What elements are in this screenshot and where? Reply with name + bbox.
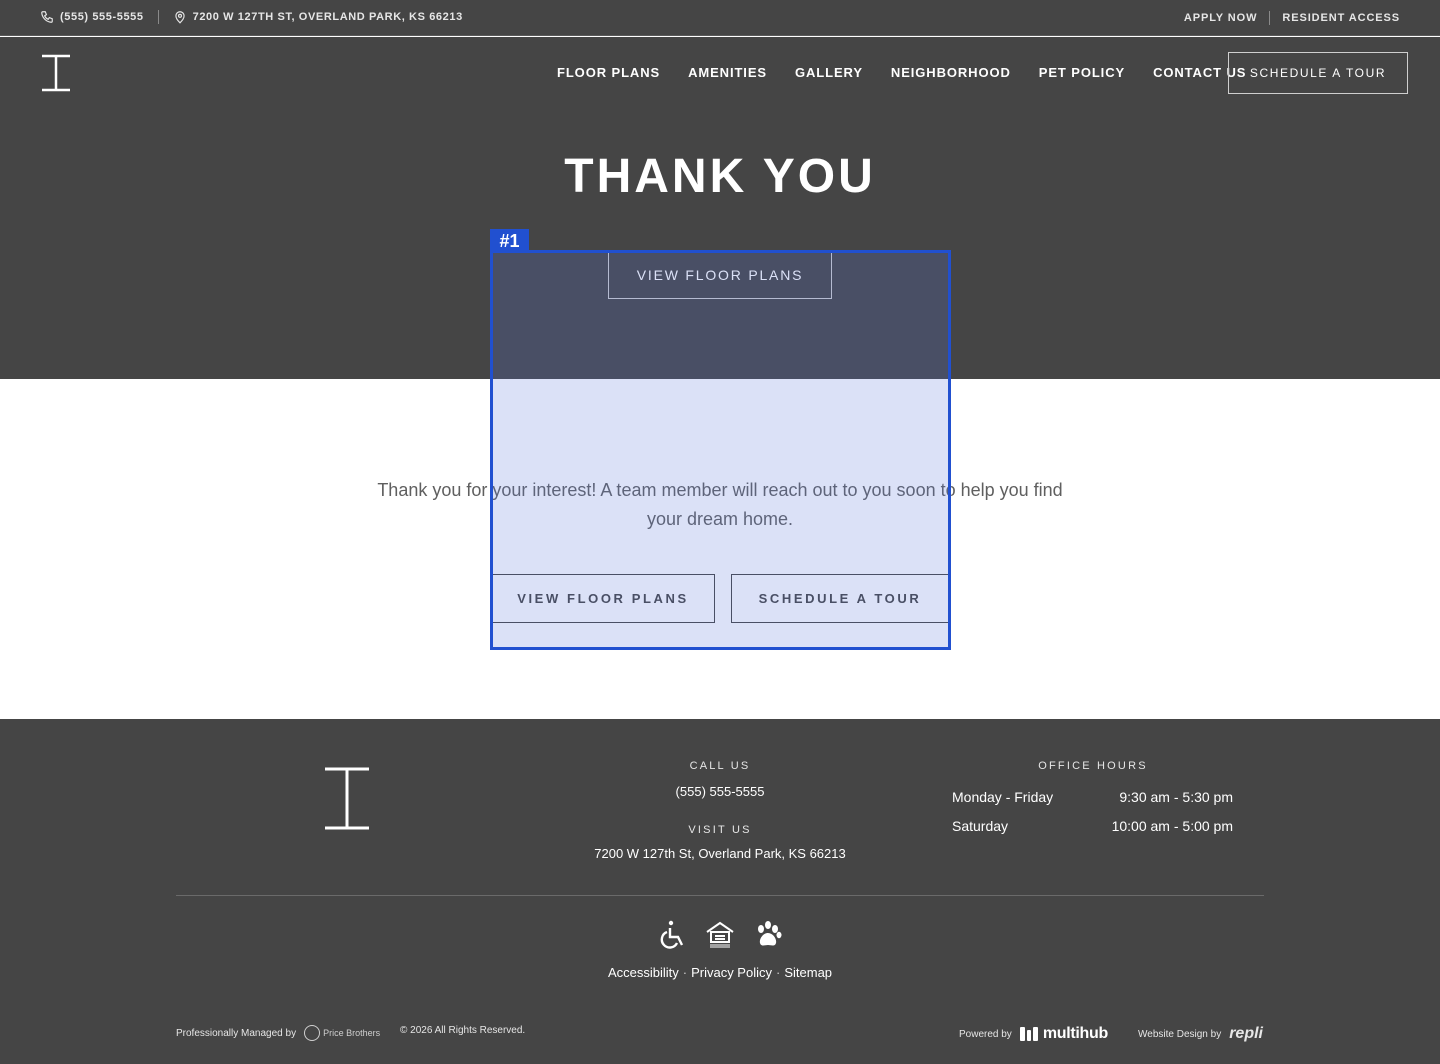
manager-name: Price Brothers [323,1028,381,1038]
footer-address-link[interactable]: 7200 W 127th St, Overland Park, KS 66213 [560,846,880,861]
privacy-policy-link[interactable]: Privacy Policy [691,965,772,980]
hours-day: Monday - Friday [952,789,1054,805]
page-title: THANK YOU [564,150,876,203]
hours-time: 10:00 am - 5:00 pm [1111,818,1233,834]
call-us-label: CALL US [689,760,751,772]
pet-paw-icon [758,921,782,946]
resident-access-link[interactable]: RESIDENT ACCESS [1282,12,1400,24]
platform-name: multihub [1042,1025,1108,1042]
managed-by: Professionally Managed by Price Brothers [176,1025,380,1041]
nav-amenities[interactable]: AMENITIES [688,65,767,80]
managed-by-label: Professionally Managed by [176,1027,297,1039]
repli-logo[interactable]: repli [1229,1025,1263,1043]
powered-by-label: Powered by [959,1028,1012,1040]
phone-icon [41,11,53,23]
powered-by: Powered by multihub [959,1025,1108,1043]
top-bar-links: APPLY NOW RESIDENT ACCESS [1184,11,1400,25]
design-by: Website Design by repli [1138,1025,1263,1043]
top-address-link[interactable]: 7200 W 127TH ST, OVERLAND PARK, KS 66213 [193,11,463,23]
multihub-mark-icon [1019,1027,1038,1041]
footer-links: Accessibility · Privacy Policy · Sitemap [0,965,1440,980]
hours-row: Monday - Friday 9:30 am - 5:30 pm [952,789,1233,805]
accessibility-icon [660,920,684,949]
multihub-logo[interactable]: multihub [1019,1025,1108,1043]
sitemap-link[interactable]: Sitemap [784,965,832,980]
main-nav: FLOOR PLANS AMENITIES GALLERY NEIGHBORHO… [557,65,1274,80]
divider [1269,11,1271,25]
footer-divider [176,895,1264,896]
price-brothers-logo-mark [304,1025,321,1041]
site-footer: CALL US (555) 555-5555 VISIT US 7200 W 1… [0,719,1440,1064]
hours-time: 9:30 am - 5:30 pm [1119,789,1233,805]
top-phone-link[interactable]: (555) 555-5555 [60,11,144,23]
design-by-label: Website Design by [1138,1028,1222,1040]
equal-housing-icon [706,921,734,948]
highlight-box [490,250,951,650]
nav-pet-policy[interactable]: PET POLICY [1039,65,1125,80]
nav-floor-plans[interactable]: FLOOR PLANS [557,65,660,80]
link-separator: · [682,965,688,980]
copyright: © 2026 All Rights Reserved. [400,1025,526,1036]
location-pin-icon [174,11,185,24]
hours-row: Saturday 10:00 am - 5:00 pm [952,818,1233,834]
highlight-tag: #1 [490,229,529,253]
footer-compliance-icons [656,918,800,950]
office-hours-label: OFFICE HOURS [1038,760,1148,772]
footer-logo[interactable] [324,767,370,830]
accessibility-link[interactable]: Accessibility [608,965,679,980]
link-separator: · [776,965,781,980]
footer-phone-link[interactable]: (555) 555-5555 [620,784,820,799]
divider [157,10,159,24]
nav-gallery[interactable]: GALLERY [795,65,863,80]
hours-day: Saturday [952,818,1009,834]
schedule-tour-nav-button[interactable]: SCHEDULE A TOUR [1228,52,1408,94]
nav-neighborhood[interactable]: NEIGHBORHOOD [891,65,1011,80]
top-bar-contact: (555) 555-5555 7200 W 127TH ST, OVERLAND… [40,10,463,24]
price-brothers-logo[interactable]: Price Brothers [304,1025,380,1041]
visit-us-label: VISIT US [688,824,752,836]
apply-now-link[interactable]: APPLY NOW [1184,12,1258,24]
top-bar: (555) 555-5555 7200 W 127TH ST, OVERLAND… [0,0,1440,36]
site-logo[interactable] [40,53,72,93]
